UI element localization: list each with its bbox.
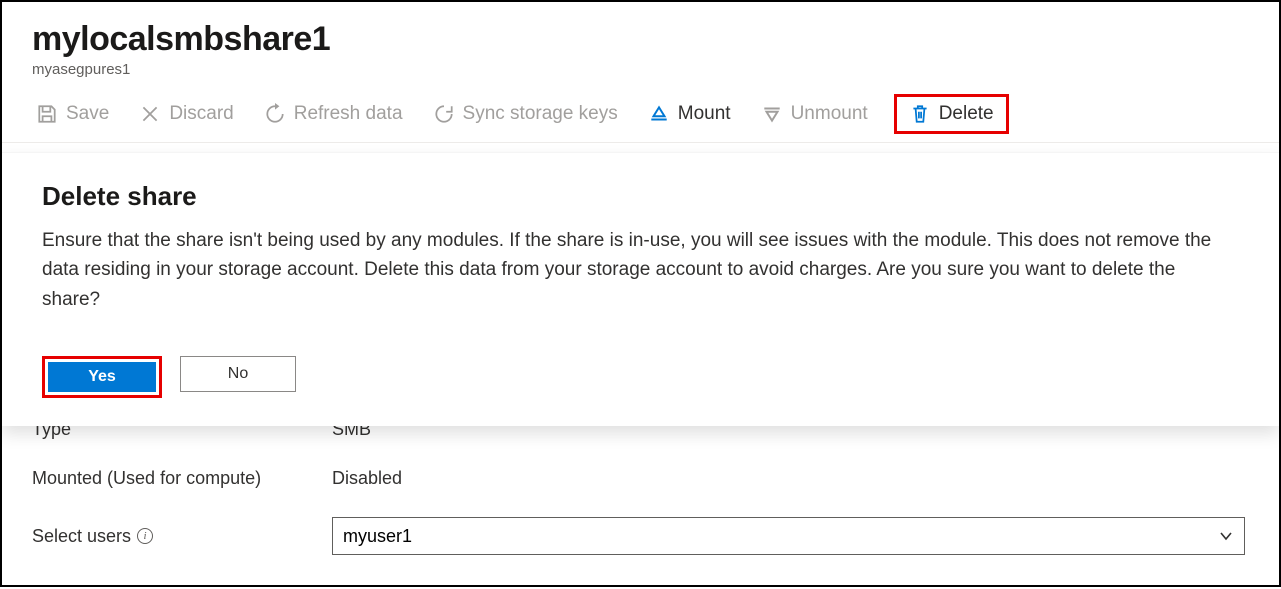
dialog-body: Ensure that the share isn't being used b… (42, 226, 1232, 314)
save-icon (36, 103, 58, 125)
chevron-down-icon (1218, 528, 1234, 544)
header: mylocalsmbshare1 myasegpures1 (2, 2, 1279, 86)
dialog-actions: Yes No (42, 356, 1239, 398)
sync-label: Sync storage keys (463, 103, 618, 125)
unmount-button[interactable]: Unmount (757, 101, 872, 127)
mounted-value: Disabled (332, 468, 402, 489)
select-users-label-text: Select users (32, 526, 131, 547)
unmount-label: Unmount (791, 103, 868, 125)
delete-share-dialog: Delete share Ensure that the share isn't… (2, 152, 1279, 426)
select-users-label: Select users i (32, 526, 332, 547)
row-mounted: Mounted (Used for compute) Disabled (32, 454, 1249, 503)
title-block: mylocalsmbshare1 myasegpures1 (32, 20, 330, 78)
select-users-dropdown[interactable]: myuser1 (332, 517, 1245, 555)
save-label: Save (66, 103, 109, 125)
mount-button[interactable]: Mount (644, 101, 735, 127)
sync-icon (433, 103, 455, 125)
command-bar: Save Discard Refresh data Sync storage k… (2, 86, 1279, 143)
page-title: mylocalsmbshare1 (32, 20, 330, 59)
close-icon[interactable] (1237, 26, 1249, 58)
select-users-value: myuser1 (343, 526, 412, 547)
discard-button[interactable]: Discard (135, 101, 237, 127)
delete-label: Delete (939, 103, 994, 125)
row-select-users: Select users i myuser1 (32, 503, 1249, 569)
mount-label: Mount (678, 103, 731, 125)
dialog-title: Delete share (42, 181, 1239, 212)
page-subtitle: myasegpures1 (32, 61, 330, 78)
no-button[interactable]: No (180, 356, 296, 392)
yes-button[interactable]: Yes (48, 362, 156, 392)
mount-icon (648, 103, 670, 125)
refresh-button[interactable]: Refresh data (260, 101, 407, 127)
refresh-label: Refresh data (294, 103, 403, 125)
delete-icon (909, 103, 931, 125)
discard-label: Discard (169, 103, 233, 125)
mounted-label: Mounted (Used for compute) (32, 468, 332, 489)
sync-button[interactable]: Sync storage keys (429, 101, 622, 127)
info-icon[interactable]: i (137, 528, 153, 544)
save-button[interactable]: Save (32, 101, 113, 127)
delete-button[interactable]: Delete (894, 94, 1009, 134)
unmount-icon (761, 103, 783, 125)
yes-button-highlight: Yes (42, 356, 162, 398)
discard-icon (139, 103, 161, 125)
refresh-icon (264, 103, 286, 125)
